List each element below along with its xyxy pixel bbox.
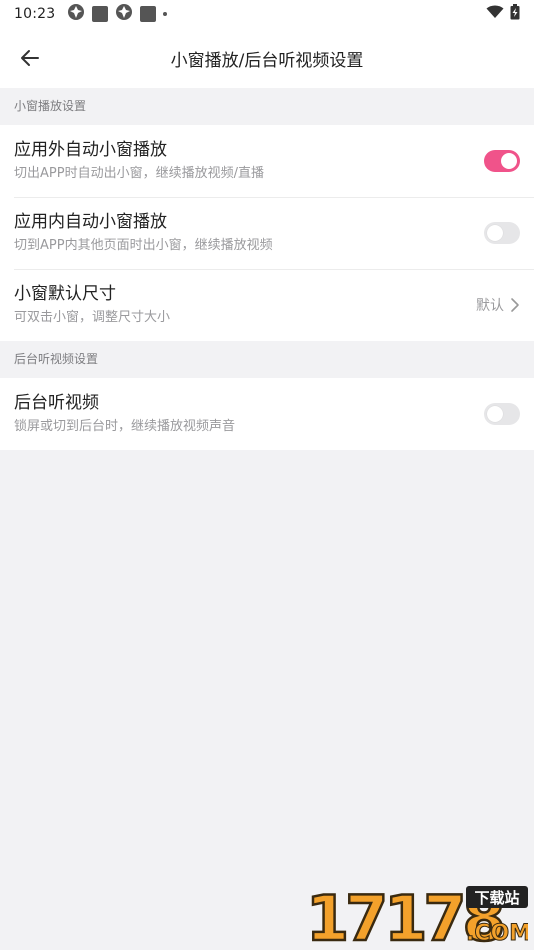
setting-row-background-play[interactable]: 后台听视频 锁屏或切到后台时，继续播放视频声音 — [0, 378, 534, 450]
gear-notification-icon — [67, 3, 85, 25]
back-button[interactable] — [0, 28, 60, 88]
setting-subtitle: 锁屏或切到后台时，继续播放视频声音 — [14, 419, 236, 434]
setting-row-auto-pip-inside[interactable]: 应用内自动小窗播放 切到APP内其他页面时出小窗，继续播放视频 — [0, 197, 534, 269]
battery-charging-icon — [510, 4, 520, 24]
gear-notification-icon — [115, 3, 133, 25]
setting-row-default-size[interactable]: 小窗默认尺寸 可双击小窗，调整尺寸大小 默认 — [0, 269, 534, 341]
status-bar: 10:23 — [0, 0, 534, 28]
setting-title: 应用内自动小窗播放 — [14, 212, 167, 232]
auto-pip-outside-toggle[interactable] — [484, 150, 520, 172]
chevron-right-icon — [511, 298, 519, 312]
setting-title: 应用外自动小窗播放 — [14, 140, 167, 160]
section-header-background-audio: 后台听视频设置 — [0, 341, 534, 378]
setting-subtitle: 可双击小窗，调整尺寸大小 — [14, 310, 171, 325]
section-header-mini-window: 小窗播放设置 — [0, 88, 534, 125]
setting-subtitle: 切出APP时自动出小窗，继续播放视频/直播 — [14, 166, 264, 181]
background-play-toggle[interactable] — [484, 403, 520, 425]
default-size-value: 默认 — [476, 298, 504, 314]
setting-title: 小窗默认尺寸 — [14, 284, 116, 304]
app-notification-icon — [92, 6, 109, 22]
app-notification-icon — [140, 6, 157, 22]
page-title: 小窗播放/后台听视频设置 — [170, 50, 364, 71]
dot-icon — [163, 12, 168, 16]
toggle-knob — [487, 406, 503, 422]
toggle-knob — [501, 153, 517, 169]
auto-pip-inside-toggle[interactable] — [484, 222, 520, 244]
toggle-knob — [487, 225, 503, 241]
setting-subtitle: 切到APP内其他页面时出小窗，继续播放视频 — [14, 238, 273, 253]
arrow-left-icon — [21, 50, 39, 66]
wifi-icon — [486, 5, 504, 23]
setting-row-auto-pip-outside[interactable]: 应用外自动小窗播放 切出APP时自动出小窗，继续播放视频/直播 — [0, 125, 534, 197]
watermark-badge: 下载站 — [474, 889, 519, 907]
watermark-domain: .COM — [466, 921, 528, 944]
setting-title: 后台听视频 — [14, 393, 99, 413]
app-bar: 小窗播放/后台听视频设置 — [0, 28, 534, 88]
settings-group-mini-window: 应用外自动小窗播放 切出APP时自动出小窗，继续播放视频/直播 应用内自动小窗播… — [0, 125, 534, 341]
status-time: 10:23 — [14, 6, 56, 22]
settings-group-background-audio: 后台听视频 锁屏或切到后台时，继续播放视频声音 — [0, 378, 534, 450]
watermark-logo: 17178 下载站 .COM — [306, 884, 528, 944]
